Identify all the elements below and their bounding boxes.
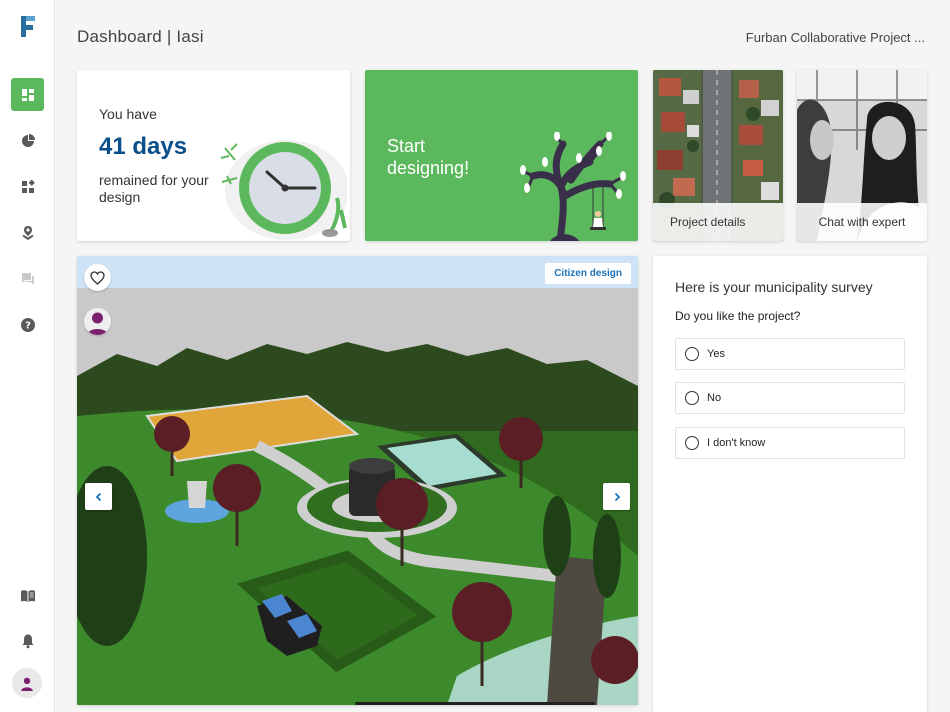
avatar-icon: [21, 677, 33, 691]
help-icon: ?: [20, 317, 35, 332]
designer-avatar[interactable]: [84, 308, 111, 335]
map-pin-icon: [21, 225, 34, 240]
park-3d-render: [77, 256, 638, 705]
countdown-days: 41 days: [99, 133, 188, 160]
design-viewer[interactable]: Citizen design: [77, 256, 638, 705]
avatar-icon: [84, 308, 111, 335]
survey-option-yes[interactable]: Yes: [675, 338, 905, 370]
countdown-card: You have 41 days remained for your desig…: [77, 70, 350, 241]
svg-text:?: ?: [25, 320, 31, 331]
citizen-design-badge: Citizen design: [545, 263, 631, 284]
chat-with-expert-label: Chat with expert: [797, 203, 927, 241]
survey-heading: Here is your municipality survey: [675, 279, 873, 295]
option-label: I don't know: [707, 437, 766, 449]
chevron-right-icon: [614, 492, 620, 501]
user-avatar[interactable]: [12, 668, 42, 698]
survey-option-dont-know[interactable]: I don't know: [675, 427, 905, 459]
sidebar-item-widgets[interactable]: [11, 170, 44, 203]
sidebar-item-notifications[interactable]: [11, 624, 44, 657]
sidebar: ?: [0, 0, 55, 712]
tree-swing-illustration: [520, 132, 626, 241]
municipality-survey: Here is your municipality survey Do you …: [653, 256, 927, 712]
page-title: Dashboard | Iasi: [77, 27, 204, 46]
heart-icon: [90, 270, 105, 285]
project-details-label: Project details: [653, 203, 783, 241]
sidebar-item-statistics[interactable]: [11, 124, 44, 157]
sidebar-item-help[interactable]: ?: [11, 308, 44, 341]
project-details-tile[interactable]: Project details: [653, 70, 783, 241]
sidebar-item-guide[interactable]: [11, 579, 44, 612]
countdown-suffix: remained for your design: [99, 172, 209, 205]
start-designing-card[interactable]: Start designing!: [365, 70, 638, 241]
start-designing-label: Start designing!: [387, 136, 470, 178]
widgets-icon: [21, 179, 35, 193]
bell-icon: [22, 634, 33, 648]
furban-logo[interactable]: [14, 12, 42, 40]
clock-illustration: [220, 140, 347, 240]
sidebar-item-dashboard[interactable]: [11, 78, 44, 111]
radio-button[interactable]: [685, 391, 699, 405]
previous-design-button[interactable]: [85, 483, 112, 510]
sidebar-item-map[interactable]: [11, 216, 44, 249]
radio-button[interactable]: [685, 347, 699, 361]
next-design-button[interactable]: [603, 483, 630, 510]
pie-chart-icon: [21, 133, 35, 147]
chat-icon: [21, 272, 34, 285]
carousel-scroll-indicator: [355, 702, 595, 705]
option-label: No: [707, 392, 722, 404]
chat-with-expert-tile[interactable]: Chat with expert: [797, 70, 927, 241]
survey-option-no[interactable]: No: [675, 382, 905, 414]
survey-question: Do you like the project?: [675, 309, 801, 323]
radio-button[interactable]: [685, 436, 699, 450]
countdown-prefix: You have: [99, 106, 157, 122]
chevron-left-icon: [95, 492, 101, 501]
project-name[interactable]: Furban Collaborative Project ...: [746, 30, 925, 45]
favorite-button[interactable]: [84, 264, 111, 291]
book-icon: [20, 589, 35, 602]
dashboard-icon: [21, 88, 34, 101]
sidebar-item-chat[interactable]: [11, 262, 44, 295]
option-label: Yes: [707, 348, 725, 360]
